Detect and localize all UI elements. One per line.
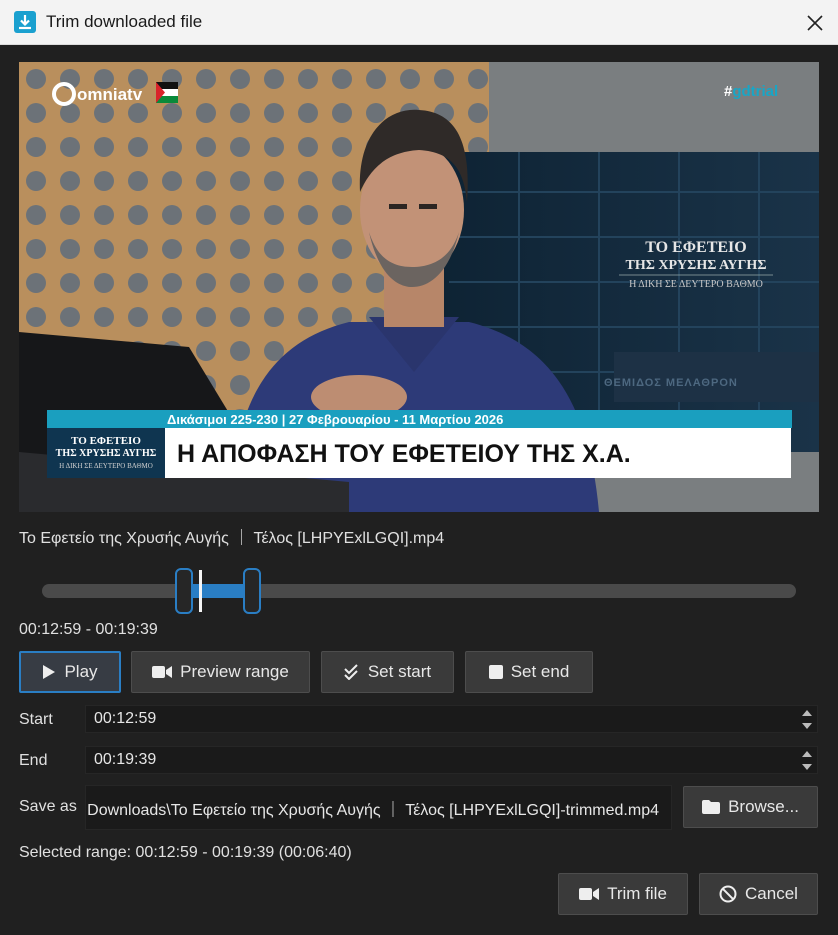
stop-icon [488, 665, 503, 679]
chevron-up-icon[interactable] [802, 750, 812, 757]
start-spin-arrows[interactable] [797, 706, 817, 732]
chevron-down-icon[interactable] [802, 763, 812, 770]
start-spinbox[interactable] [85, 705, 818, 733]
ticker-text: Δικάσιμοι 225-230 | 27 Φεβρουαρίου - 11 … [167, 412, 503, 427]
end-spin-arrows[interactable] [797, 747, 817, 773]
start-input[interactable] [86, 706, 796, 732]
playhead[interactable] [199, 570, 203, 612]
folder-icon [702, 800, 721, 814]
channel-logo: omniatv [77, 85, 143, 104]
browse-button[interactable]: Browse... [683, 786, 818, 828]
range-display: 00:12:59 - 00:19:39 [19, 621, 158, 638]
box-line2: ΤΗΣ ΧΡΥΣΗΣ ΑΥΓΗΣ [56, 448, 157, 459]
headline: Η ΑΠΟΦΑΣΗ ΤΟΥ ΕΦΕΤΕΙΟΥ ΤΗΣ Χ.Α. [177, 440, 631, 468]
wall-title-line2: ΤΗΣ ΧΡΥΣΗΣ ΑΥΓΗΣ [626, 258, 767, 273]
close-button[interactable] [792, 0, 838, 45]
preview-range-button[interactable]: Preview range [131, 651, 310, 693]
save-path-input[interactable] [86, 786, 659, 829]
ban-icon [719, 885, 737, 903]
file-name-label: Το Εφετείο της Χρυσής Αυγής ｜ Τέλος [LHP… [19, 530, 445, 547]
play-icon [43, 665, 56, 679]
box-line3: Η ΔΙΚΗ ΣΕ ΔΕΥΤΕΡΟ ΒΑΘΜΟ [59, 462, 153, 470]
set-start-button[interactable]: Set start [321, 651, 454, 693]
start-label: Start [19, 711, 53, 728]
wall-title-line3: Η ΔΙΚΗ ΣΕ ΔΕΥΤΕΡΟ ΒΑΘΜΟ [629, 279, 763, 290]
start-handle[interactable] [174, 568, 193, 614]
end-label: End [19, 752, 48, 769]
chevron-up-icon[interactable] [802, 709, 812, 716]
end-spinbox[interactable] [85, 746, 818, 774]
window-title: Trim downloaded file [46, 12, 203, 31]
chevron-down-icon[interactable] [802, 722, 812, 729]
box-line1: ΤΟ ΕΦΕΤΕΙΟ [71, 435, 141, 447]
wall-sign: ΘΕΜΙΔΟΣ ΜΕΛΑΘΡΟΝ [604, 377, 738, 389]
close-icon [807, 14, 823, 31]
selected-range-bar [183, 584, 252, 598]
video-camera-icon [152, 666, 173, 678]
video-camera-icon [579, 888, 600, 900]
cancel-button[interactable]: Cancel [699, 873, 818, 915]
selected-range-summary: Selected range: 00:12:59 - 00:19:39 (00:… [19, 844, 352, 861]
download-icon [14, 11, 36, 33]
play-button[interactable]: Play [19, 651, 121, 693]
hashtag: #gdtrial [724, 83, 778, 100]
range-slider[interactable] [40, 564, 798, 618]
title-bar: Trim downloaded file [0, 0, 838, 45]
slider-track[interactable] [42, 584, 796, 598]
end-input[interactable] [86, 747, 796, 773]
set-end-button[interactable]: Set end [465, 651, 593, 693]
video-preview[interactable]: ΘΕΜΙΔΟΣ ΜΕΛΑΘΡΟΝ ΤΟ ΕΦΕΤΕΙΟ ΤΗΣ ΧΡΥΣΗΣ Α… [19, 62, 819, 512]
end-handle[interactable] [242, 568, 261, 614]
save-path-field[interactable] [85, 785, 672, 830]
wall-title-line1: ΤΟ ΕΦΕΤΕΙΟ [645, 239, 746, 256]
flag-icon [156, 82, 178, 103]
dialog-content: ΘΕΜΙΔΟΣ ΜΕΛΑΘΡΟΝ ΤΟ ΕΦΕΤΕΙΟ ΤΗΣ ΧΡΥΣΗΣ Α… [0, 45, 838, 935]
double-check-icon [344, 664, 358, 680]
save-as-label: Save as [19, 798, 77, 815]
trim-file-button[interactable]: Trim file [558, 873, 688, 915]
